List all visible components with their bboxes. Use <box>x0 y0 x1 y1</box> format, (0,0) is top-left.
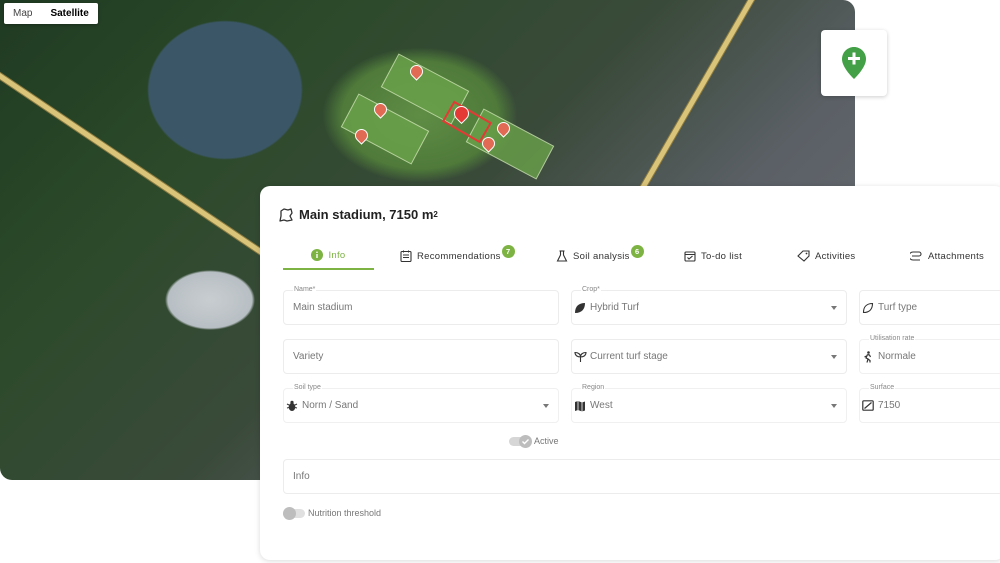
active-toggle-label: Active <box>534 436 559 446</box>
turf-type-field[interactable]: Turf type <box>859 290 1000 325</box>
turf-stage-select[interactable]: Current turf stage <box>571 339 847 374</box>
area-icon <box>862 400 874 411</box>
active-toggle-knob <box>519 434 532 448</box>
nutrition-toggle-track <box>283 506 305 520</box>
field-detail-panel: Main stadium, 7150 m2 Info Recommendatio… <box>260 186 1000 560</box>
clipboard-list-icon <box>400 250 412 262</box>
info-circle-icon <box>311 249 324 261</box>
region-value: West <box>590 400 613 411</box>
utilisation-rate-label: Utilisation rate <box>869 335 916 342</box>
active-toggle-track <box>509 434 532 448</box>
stadium-outline-icon <box>279 207 293 222</box>
check-icon <box>522 438 529 444</box>
tab-attachments[interactable]: Attachments <box>910 242 984 270</box>
tab-todo-list[interactable]: To-do list <box>684 242 742 270</box>
soil-analysis-count-badge: 6 <box>630 244 644 258</box>
map-type-satellite-button[interactable]: Satellite <box>41 3 97 24</box>
region-label: Region <box>581 384 606 391</box>
region-select[interactable]: Region West <box>571 384 847 423</box>
map-road <box>637 0 773 194</box>
utilisation-rate-field[interactable]: Utilisation rate Normale <box>859 335 1000 374</box>
tag-icon <box>797 250 810 262</box>
nutrition-threshold-label: Nutrition threshold <box>308 508 382 518</box>
tab-activities-label: Activities <box>815 250 856 262</box>
soil-type-label: Soil type <box>293 384 322 391</box>
app-page: Map Satellite Main stadium, 7150 m2 Info <box>0 0 1000 563</box>
soil-type-value: Norm / Sand <box>302 400 359 411</box>
variety-placeholder: Variety <box>293 351 324 362</box>
turf-stage-placeholder: Current turf stage <box>590 351 668 362</box>
tab-recommendations[interactable]: Recommendations 7 <box>400 242 515 270</box>
name-field-value: Main stadium <box>293 302 353 313</box>
chevron-down-icon <box>831 355 837 359</box>
tab-attachments-label: Attachments <box>928 250 985 262</box>
tab-soil-analysis-label: Soil analysis <box>573 250 630 262</box>
add-field-button[interactable] <box>821 30 887 96</box>
walking-person-icon <box>864 351 872 363</box>
tab-recommendations-label: Recommendations <box>417 250 501 262</box>
nutrition-toggle-knob <box>283 506 296 520</box>
panel-tabs: Info Recommendations 7 Soil analysis 6 T… <box>283 242 1000 270</box>
turf-type-placeholder: Turf type <box>878 302 918 313</box>
active-toggle[interactable]: Active <box>509 434 559 448</box>
recommendations-count-badge: 7 <box>501 244 515 258</box>
panel-title-text: Main stadium, 7150 m <box>299 207 434 222</box>
calendar-check-icon <box>684 251 696 262</box>
crop-select[interactable]: Crop* Hybrid Turf <box>571 286 847 325</box>
crop-select-label: Crop* <box>581 286 601 293</box>
map-icon <box>575 401 585 412</box>
crop-select-value: Hybrid Turf <box>590 302 639 313</box>
nutrition-threshold-toggle[interactable]: Nutrition threshold <box>283 506 382 520</box>
surface-value: 7150 <box>878 400 901 411</box>
tab-info[interactable]: Info <box>283 242 374 270</box>
name-field[interactable]: Name* Main stadium <box>283 286 559 325</box>
utilisation-rate-value: Normale <box>878 351 916 362</box>
panel-title: Main stadium, 7150 m2 <box>279 207 438 222</box>
sprout-icon <box>574 351 587 362</box>
leaf-icon <box>575 303 585 313</box>
bug-icon <box>286 400 298 411</box>
name-field-label: Name* <box>293 286 317 293</box>
map-type-map-button[interactable]: Map <box>4 3 41 24</box>
tab-todo-list-label: To-do list <box>701 250 743 262</box>
chevron-down-icon <box>831 306 837 310</box>
tab-activities[interactable]: Activities <box>797 242 855 270</box>
title-superscript: 2 <box>433 210 438 219</box>
chevron-down-icon <box>543 404 549 408</box>
surface-field[interactable]: Surface 7150 <box>859 384 1000 423</box>
info-field[interactable]: Info <box>283 459 1000 494</box>
map-type-toggle: Map Satellite <box>4 3 98 24</box>
flask-icon <box>556 250 568 262</box>
tab-soil-analysis[interactable]: Soil analysis 6 <box>556 242 644 270</box>
paperclip-icon <box>910 251 922 261</box>
map-pin-plus-icon <box>842 47 866 79</box>
soil-type-select[interactable]: Soil type Norm / Sand <box>283 384 559 423</box>
variety-field[interactable]: Variety <box>283 339 559 374</box>
tab-info-label: Info <box>328 249 346 261</box>
chevron-down-icon <box>831 404 837 408</box>
surface-label: Surface <box>869 384 896 391</box>
leaf-outline-icon <box>862 302 874 314</box>
info-placeholder: Info <box>293 471 310 482</box>
